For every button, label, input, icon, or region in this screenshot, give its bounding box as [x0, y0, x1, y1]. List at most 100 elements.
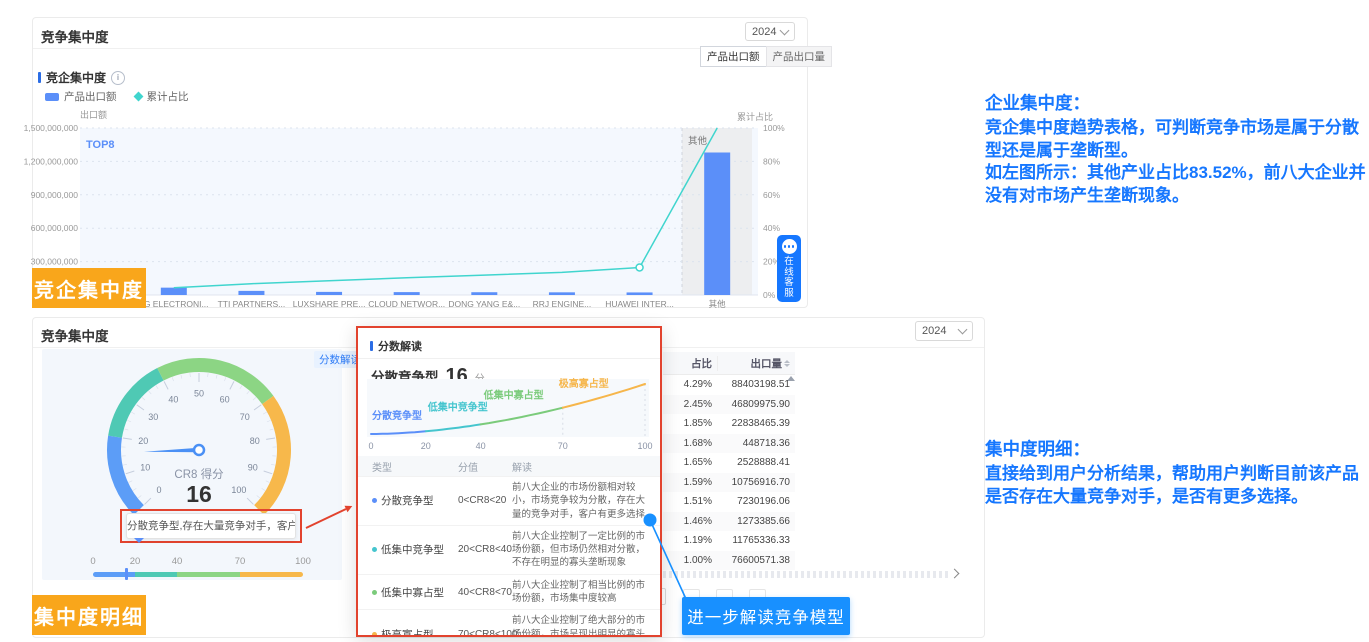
slider-tick-label: 70 — [235, 556, 246, 567]
svg-text:其他: 其他 — [688, 135, 708, 147]
tab-export-amount[interactable]: 产品出口额 — [700, 46, 767, 67]
info-icon[interactable]: i — [111, 71, 125, 85]
tab-export-quantity[interactable]: 产品出口量 — [766, 46, 833, 67]
popup-table-row: 极高寡占型70<CR8<100前八大企业控制了绝大部分的市场份额，市场呈现出明显… — [358, 609, 660, 637]
badge-company-concentration: 竞企集中度 — [32, 268, 146, 308]
x-axis-label: HUAWEI INTER... — [605, 299, 674, 309]
table-row[interactable]: 1.59%10756916.70 — [663, 473, 795, 493]
svg-text:低集中寡占型: 低集中寡占型 — [483, 389, 544, 402]
slider-tick-label: 20 — [130, 556, 141, 567]
popup-table: 类型 分值 解读 分散竞争型0<CR8<20前八大企业的市场份额相对较小，市场竞… — [358, 456, 660, 637]
svg-text:600,000,000: 600,000,000 — [31, 223, 79, 233]
score-explain-popup: 分数解读 分散竞争型 16 分 分散竞争型低集中竞争型低集中寡占型极高寡占型02… — [356, 326, 662, 637]
column-range: 分值 — [458, 459, 512, 474]
popup-table-row: 分散竞争型0<CR8<20前八大企业的市场份额相对较小，市场竞争较为分散，存在大… — [358, 476, 660, 525]
popup-table-row: 低集中竞争型20<CR8<40前八大企业控制了一定比例的市场份额，但市场仍然相对… — [358, 525, 660, 574]
svg-text:900,000,000: 900,000,000 — [31, 190, 79, 200]
cell-share: 4.29% — [663, 379, 717, 390]
x-axis-label: LUXSHARE PRE... — [293, 299, 366, 309]
year-select-value: 2024 — [922, 325, 946, 337]
section-header: 竞企集中度 i — [38, 69, 125, 86]
table-row[interactable]: 1.65%2528888.41 — [663, 453, 795, 473]
panel-title: 竞争集中度 — [41, 26, 109, 46]
svg-text:60: 60 — [220, 395, 230, 405]
sort-icon[interactable] — [784, 360, 790, 367]
cr8-gauge-chart: 0102030405060708090100CR8 得分16 — [60, 340, 340, 515]
divider — [358, 358, 660, 359]
svg-text:70: 70 — [558, 441, 568, 451]
svg-text:分散竞争型: 分散竞争型 — [372, 409, 422, 422]
cell-type: 极高寡占型 — [381, 627, 434, 637]
score-scale-slider[interactable]: 0204070100 — [93, 556, 305, 582]
chat-label-char: 服 — [784, 289, 794, 300]
svg-text:0%: 0% — [763, 290, 776, 300]
popup-title: 分数解读 — [378, 338, 422, 354]
cell-share: 1.65% — [663, 457, 717, 468]
svg-text:30: 30 — [148, 412, 158, 422]
table-row[interactable]: 1.68%448718.36 — [663, 434, 795, 454]
slider-segment — [177, 572, 240, 577]
cell-share: 1.59% — [663, 477, 717, 488]
svg-text:CR8 得分: CR8 得分 — [174, 468, 224, 481]
chat-label-char: 在 — [784, 257, 794, 268]
annotation-heading: 集中度明细： — [985, 436, 1367, 461]
svg-text:100: 100 — [637, 441, 652, 451]
svg-text:TOP8: TOP8 — [86, 139, 115, 151]
cell-range: 20<CR8<40 — [458, 544, 512, 555]
score-explain-label: 分数解读 — [319, 352, 361, 367]
svg-text:16: 16 — [186, 481, 212, 507]
export-metric-tabs: 产品出口额 产品出口量 — [700, 46, 832, 67]
year-select-value: 2024 — [752, 26, 776, 38]
cell-share: 2.45% — [663, 399, 717, 410]
svg-text:90: 90 — [248, 462, 258, 472]
cell-amount: 88403198.51 — [717, 379, 793, 390]
svg-text:出口额: 出口额 — [80, 109, 107, 120]
cell-range: 40<CR8<70 — [458, 587, 512, 598]
popup-table-header: 类型 分值 解读 — [358, 456, 660, 476]
cell-amount: 1273385.66 — [717, 516, 793, 527]
svg-text:1,500,000,000: 1,500,000,000 — [24, 123, 79, 133]
concentration-combo-chart: 1,500,000,0001,200,000,000900,000,000600… — [30, 104, 810, 316]
slider-segment — [240, 572, 303, 577]
table-header-row: 占比 出口量 — [663, 352, 795, 375]
popup-table-row: 低集中寡占型40<CR8<70前八大企业控制了相当比例的市场份额，市场集中度较高 — [358, 574, 660, 610]
table-row[interactable]: 4.29%88403198.51 — [663, 375, 795, 395]
callout-pointer-icon — [134, 538, 144, 543]
type-dot-icon — [372, 498, 377, 503]
legend-item-bar[interactable]: 产品出口额 — [45, 89, 117, 104]
table-row[interactable]: 1.85%22838465.39 — [663, 414, 795, 434]
annotation-concentration-detail: 集中度明细： 直接给到用户分析结果，帮助用户判断目前该产品是否存在大量竞争对手，… — [985, 436, 1367, 508]
column-share: 占比 — [663, 356, 717, 371]
popup-table-body: 分散竞争型0<CR8<20前八大企业的市场份额相对较小，市场竞争较为分散，存在大… — [358, 476, 660, 637]
slider-marker[interactable] — [125, 568, 128, 580]
annotation-body: 如左图所示：其他产业占比83.52%，前八大企业并没有对市场产生垄断现象。 — [985, 162, 1367, 207]
chat-label-char: 客 — [784, 278, 794, 289]
year-select-bottom[interactable]: 2024 — [915, 321, 973, 341]
svg-text:极高寡占型: 极高寡占型 — [559, 377, 609, 390]
x-axis-label: RRJ ENGINE... — [533, 299, 592, 309]
red-arrow-icon — [300, 498, 360, 534]
slider-segment — [93, 572, 135, 577]
section-title: 竞企集中度 — [46, 69, 106, 86]
online-service-widget[interactable]: 在线客服 — [777, 235, 801, 302]
column-amount-label: 出口量 — [751, 356, 783, 371]
svg-text:40%: 40% — [763, 223, 780, 233]
column-type: 类型 — [358, 459, 458, 474]
chat-label: 在线客服 — [784, 257, 794, 299]
interpret-model-button[interactable]: 进一步解读竞争模型 — [682, 597, 850, 635]
table-row[interactable]: 2.45%46809975.90 — [663, 395, 795, 415]
cell-amount: 448718.36 — [717, 438, 793, 449]
svg-text:40: 40 — [476, 441, 486, 451]
svg-text:80: 80 — [250, 436, 260, 446]
type-dot-icon — [372, 590, 377, 595]
popup-connector — [638, 508, 698, 608]
cell-share: 1.68% — [663, 438, 717, 449]
svg-text:100%: 100% — [763, 123, 785, 133]
svg-text:60%: 60% — [763, 190, 780, 200]
year-select[interactable]: 2024 — [745, 22, 795, 41]
horizontal-scrollbar[interactable] — [663, 571, 950, 578]
legend-item-line[interactable]: 累计占比 — [135, 89, 189, 104]
svg-text:100: 100 — [231, 485, 246, 495]
legend-label: 累计占比 — [147, 89, 189, 104]
x-axis-label: LG ELECTRONI... — [139, 299, 208, 309]
